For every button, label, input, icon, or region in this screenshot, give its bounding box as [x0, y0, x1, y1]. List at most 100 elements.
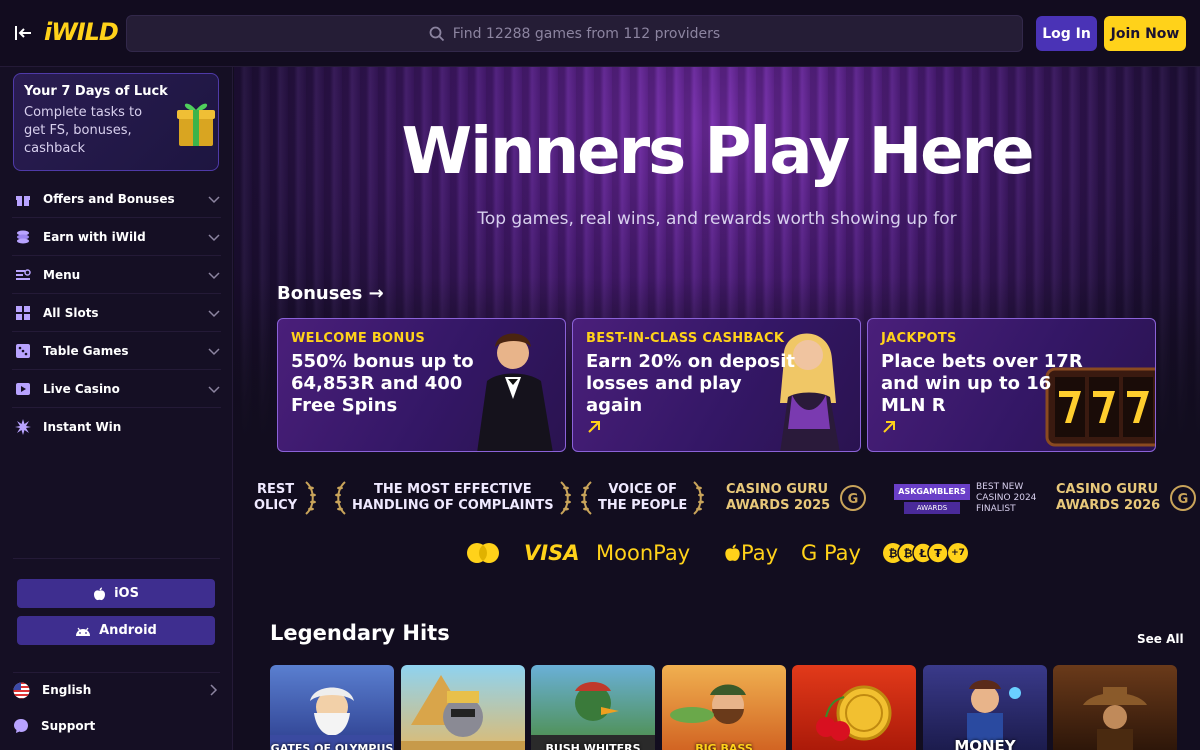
- hero-subtitle: Top games, real wins, and rewards worth …: [477, 209, 957, 229]
- game-tile[interactable]: [792, 665, 916, 750]
- laurel-icon: [581, 481, 592, 515]
- promo-card-welcome[interactable]: WELCOME BONUS 550% bonus up to 64,853R a…: [277, 318, 566, 452]
- luck-card-description: Complete tasks to get FS, bonuses, cashb…: [24, 105, 143, 156]
- luck-promo-card[interactable]: Your 7 Days of Luck Complete tasks to ge…: [13, 73, 219, 171]
- join-now-button[interactable]: Join Now: [1104, 16, 1186, 51]
- arrow-right-icon: →: [368, 283, 384, 304]
- svg-text:Ł: Ł: [918, 547, 926, 560]
- sidebar-item-table-games[interactable]: Table Games: [12, 332, 221, 370]
- promo-text: Place bets over 17R and win up to 16 MLN…: [881, 351, 1083, 416]
- search-placeholder: Find 12288 games from 112 providers: [452, 25, 721, 42]
- grid-icon: [16, 305, 30, 320]
- laurel-icon: [693, 481, 705, 515]
- svg-text:G: G: [1178, 492, 1189, 507]
- bonuses-heading-link[interactable]: Bonuses →: [277, 283, 384, 304]
- ios-app-button[interactable]: iOS: [17, 579, 215, 608]
- burst-icon: [15, 419, 31, 435]
- award-line: BEST NEW: [976, 481, 1024, 492]
- game-tile[interactable]: [1053, 665, 1177, 750]
- apple-icon: [725, 544, 740, 561]
- google-pay-logo: G Pay: [801, 541, 861, 565]
- svg-text:₿: ₿: [904, 547, 913, 560]
- sidebar-item-instant-win[interactable]: Instant Win: [12, 408, 221, 446]
- duck-hunter-art: [531, 682, 655, 750]
- sidebar-divider: [13, 558, 220, 559]
- game-tile[interactable]: BUSH WHITERS: [531, 665, 655, 750]
- language-label: English: [42, 683, 92, 697]
- game-tile[interactable]: GATES OF OLYMPUS: [270, 665, 394, 750]
- award-line: VOICE OF: [608, 482, 677, 497]
- mastercard-logo: [465, 538, 501, 568]
- gift-box-icon: [177, 103, 215, 146]
- sidebar-item-all-slots[interactable]: All Slots: [12, 294, 221, 332]
- badge-sub: AWARDS: [904, 502, 960, 514]
- chevron-right-icon: [210, 684, 218, 696]
- sidebar-item-live-casino[interactable]: Live Casino: [12, 370, 221, 408]
- game-tile[interactable]: BIG BASS: [662, 665, 786, 750]
- award-line: HANDLING OF COMPLAINTS: [352, 498, 554, 513]
- promo-card-cashback[interactable]: BEST-IN-CLASS CASHBACK Earn 20% on depos…: [572, 318, 861, 452]
- apple-pay-text: Pay: [741, 541, 779, 565]
- award-line: THE MOST EFFECTIVE: [374, 482, 532, 497]
- logo[interactable]: iWILD: [44, 18, 119, 46]
- chevron-down-icon: [208, 386, 220, 394]
- game-tile[interactable]: MONEY: [923, 665, 1047, 750]
- chevron-down-icon: [208, 234, 220, 242]
- coins-icon: [17, 230, 29, 243]
- sidebar-item-label: Menu: [43, 267, 81, 282]
- moonpay-logo: MoonPay: [596, 541, 691, 565]
- award-line: CASINO GURU: [726, 482, 829, 497]
- sidebar-item-label: Table Games: [43, 343, 129, 358]
- laurel-icon: [559, 481, 571, 515]
- svg-text:₿: ₿: [889, 547, 898, 560]
- promo-card-jackpots[interactable]: JACKPOTS Place bets over 17R and win up …: [867, 318, 1156, 452]
- menu-icon: [16, 268, 31, 280]
- mastercard-icon: [467, 543, 499, 563]
- casino-guru-badge-icon: G: [1170, 485, 1197, 511]
- play-icon: [16, 382, 30, 395]
- android-app-button[interactable]: Android: [17, 616, 215, 645]
- collapse-sidebar-icon[interactable]: [12, 22, 34, 44]
- see-all-link[interactable]: See All: [1137, 632, 1184, 646]
- award-line: CASINO GURU: [1056, 482, 1159, 497]
- android-icon: [76, 627, 91, 636]
- fisherman-art: [670, 684, 746, 724]
- award-line: FINALIST: [976, 503, 1016, 514]
- game-title: BUSH WHITERS: [545, 742, 641, 750]
- apple-icon: [94, 587, 106, 600]
- sidebar-item-label: Offers and Bonuses: [43, 191, 175, 206]
- game-title: MONEY: [954, 737, 1016, 750]
- more-crypto-badge: +7: [948, 543, 968, 563]
- raccoon-pharaoh-art: [401, 675, 525, 750]
- us-flag-icon: [13, 682, 30, 698]
- award-line: AWARDS 2025: [726, 498, 831, 513]
- language-selector[interactable]: English: [13, 676, 220, 704]
- crypto-coins-icon: ₿ ₿ Ł ₮: [883, 542, 949, 564]
- android-label: Android: [99, 623, 157, 638]
- award-line: REST: [257, 482, 295, 497]
- promo-text: Earn 20% on deposit losses and play agai…: [586, 351, 796, 416]
- sidebar-nav: Offers and Bonuses Earn with iWild Menu …: [0, 180, 233, 446]
- sidebar-item-menu[interactable]: Menu: [12, 256, 221, 294]
- chevron-down-icon: [208, 196, 220, 204]
- sidebar-item-label: Instant Win: [43, 420, 122, 434]
- support-link[interactable]: Support: [13, 712, 220, 740]
- award-item: VOICE OF THE PEOPLE: [580, 474, 705, 522]
- sidebar-item-earn[interactable]: Earn with iWild: [12, 218, 221, 256]
- arrow-up-right-icon: [883, 421, 895, 433]
- hero-title: Winners Play Here: [401, 115, 1035, 189]
- game-tile[interactable]: [401, 665, 525, 750]
- search-bar[interactable]: Find 12288 games from 112 providers: [126, 15, 1023, 52]
- badge-title: ASKGAMBLERS: [894, 484, 970, 500]
- chat-bubble-icon: [14, 719, 28, 733]
- sidebar-item-offers[interactable]: Offers and Bonuses: [12, 180, 221, 218]
- award-item: CASINO GURU AWARDS 2025 G: [726, 474, 868, 522]
- login-button[interactable]: Log In: [1036, 16, 1097, 51]
- award-item: REST OLICY: [254, 474, 317, 522]
- visa-logo: VISA: [524, 541, 580, 565]
- award-line: AWARDS 2026: [1056, 498, 1161, 513]
- game-title: BIG BASS: [695, 742, 753, 750]
- chevron-down-icon: [208, 310, 220, 318]
- gift-icon: [16, 195, 30, 206]
- ios-label: iOS: [114, 586, 139, 601]
